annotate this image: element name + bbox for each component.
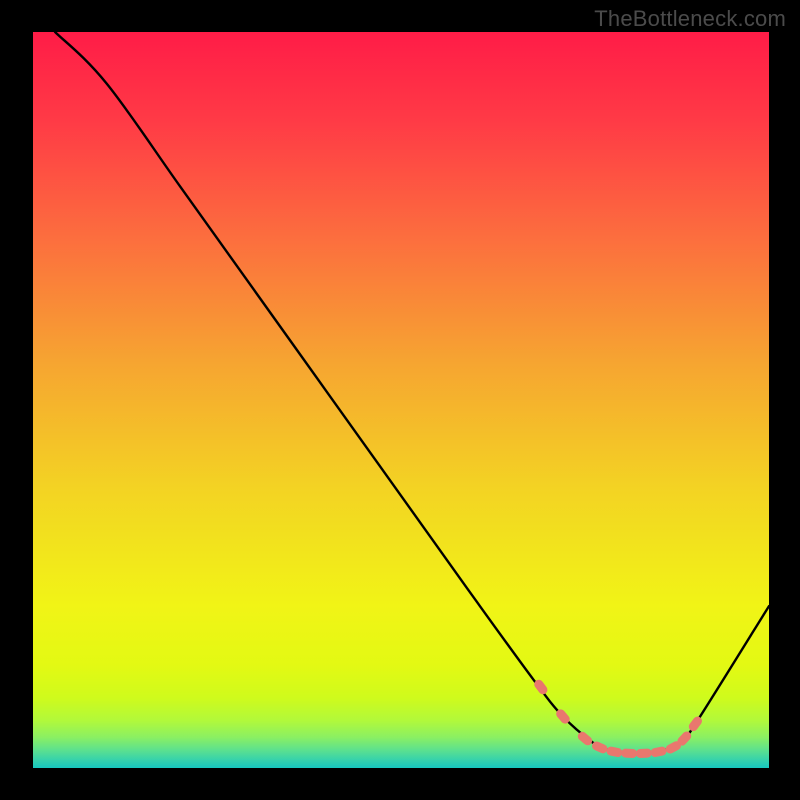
watermark-text: TheBottleneck.com bbox=[594, 6, 786, 32]
plot-svg bbox=[33, 32, 769, 768]
valley-bead bbox=[636, 748, 652, 758]
gradient-background bbox=[33, 32, 769, 768]
plot-area bbox=[33, 32, 769, 768]
valley-bead bbox=[621, 748, 637, 758]
chart-frame: TheBottleneck.com bbox=[0, 0, 800, 800]
